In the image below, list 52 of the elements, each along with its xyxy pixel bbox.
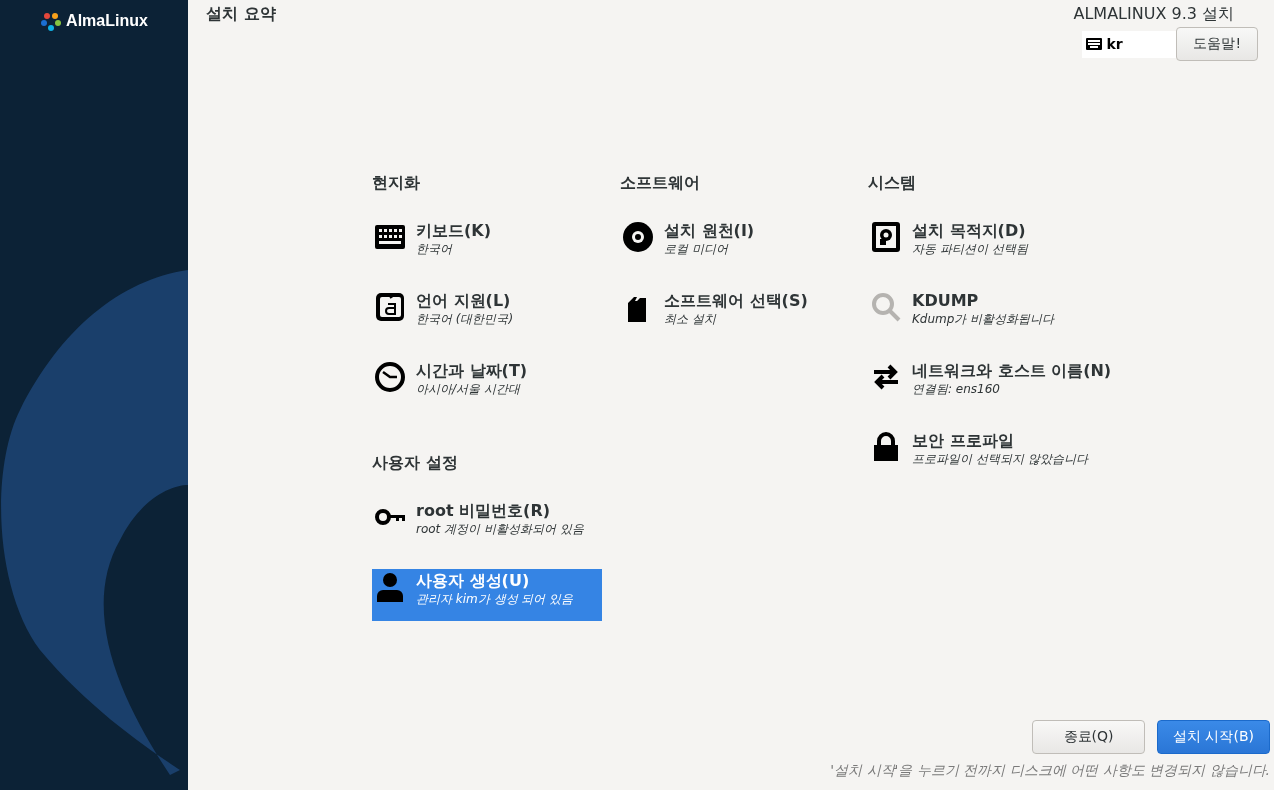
- keyboard-icon: [1086, 37, 1103, 51]
- logo-text: AlmaLinux: [66, 12, 148, 30]
- clock-icon: [374, 361, 406, 393]
- section-title: 사용자 설정: [372, 453, 459, 473]
- product-title: ALMALINUX 9.3 설치: [1073, 4, 1235, 25]
- spoke-item[interactable]: 키보드(K) 한국어: [372, 219, 602, 271]
- spoke-title: 설치 원천(I): [664, 221, 755, 241]
- spoke-item[interactable]: 언어 지원(L) 한국어 (대한민국): [372, 289, 602, 341]
- begin-installation-button[interactable]: 설치 시작(B): [1157, 720, 1270, 754]
- spoke-title: 언어 지원(L): [416, 291, 512, 311]
- keyboard-layout-text: kr: [1106, 36, 1123, 52]
- spoke-title: 시간과 날짜(T): [416, 361, 528, 381]
- logo-icon: [40, 10, 63, 32]
- footer-note: '설치 시작'을 누르기 전까지 디스크에 어떤 사항도 변경되지 않습니다.: [830, 762, 1270, 780]
- page-title: 설치 요약: [206, 4, 276, 25]
- spoke-title: 네트워크와 호스트 이름(N): [912, 361, 1112, 381]
- spoke-status: 프로파일이 선택되지 않았습니다: [912, 451, 1088, 467]
- spoke-item[interactable]: 설치 원천(I) 로컬 미디어: [620, 219, 850, 271]
- spoke-status: 로컬 미디어: [664, 241, 730, 257]
- spoke-title: 설치 목적지(D): [912, 221, 1027, 241]
- spoke-title: 사용자 생성(U): [416, 571, 531, 591]
- search-icon: [870, 291, 902, 323]
- keyboard-layout-indicator[interactable]: kr: [1082, 30, 1179, 58]
- spoke-status: 연결됨: ens160: [912, 381, 1001, 397]
- section-title: 시스템: [868, 173, 917, 193]
- spoke-status: root 계정이 비활성화되어 있음: [416, 521, 584, 537]
- spoke-status: Kdump가 비활성화됩니다: [912, 311, 1055, 327]
- spoke-status: 관리자 kim가 생성 되어 있음: [416, 591, 574, 607]
- help-button[interactable]: 도움말!: [1176, 27, 1258, 61]
- spoke-item[interactable]: 사용자 생성(U) 관리자 kim가 생성 되어 있음: [372, 569, 602, 621]
- section-title: 소프트웨어: [620, 173, 701, 193]
- spoke-item[interactable]: 보안 프로파일 프로파일이 선택되지 않았습니다: [868, 429, 1098, 481]
- language-icon: [374, 291, 406, 323]
- quit-button[interactable]: 종료(Q): [1032, 720, 1145, 754]
- spoke-item[interactable]: 네트워크와 호스트 이름(N) 연결됨: ens160: [868, 359, 1120, 411]
- section-title: 현지화: [372, 173, 421, 193]
- spoke-title: root 비밀번호(R): [416, 501, 552, 521]
- spoke-title: 보안 프로파일: [912, 431, 1015, 451]
- spoke-status: 한국어: [416, 241, 454, 257]
- spoke-status: 최소 설치: [664, 311, 718, 327]
- spoke-status: 한국어 (대한민국): [416, 311, 514, 327]
- user-icon: [374, 571, 406, 603]
- spoke-item[interactable]: 시간과 날짜(T) 아시아/서울 시간대: [372, 359, 602, 411]
- spoke-status: 아시아/서울 시간대: [416, 381, 522, 397]
- spoke-title: 키보드(K): [416, 221, 492, 241]
- spoke-item[interactable]: 설치 목적지(D) 자동 파티션이 선택됨: [868, 219, 1098, 271]
- spoke-status: 자동 파티션이 선택됨: [912, 241, 1028, 257]
- disc-icon: [622, 221, 654, 253]
- spoke-title: 소프트웨어 선택(S): [664, 291, 808, 311]
- spoke-item[interactable]: root 비밀번호(R) root 계정이 비활성화되어 있음: [372, 499, 602, 551]
- spoke-title: KDUMP: [912, 291, 980, 311]
- spoke-item[interactable]: 소프트웨어 선택(S) 최소 설치: [620, 289, 850, 341]
